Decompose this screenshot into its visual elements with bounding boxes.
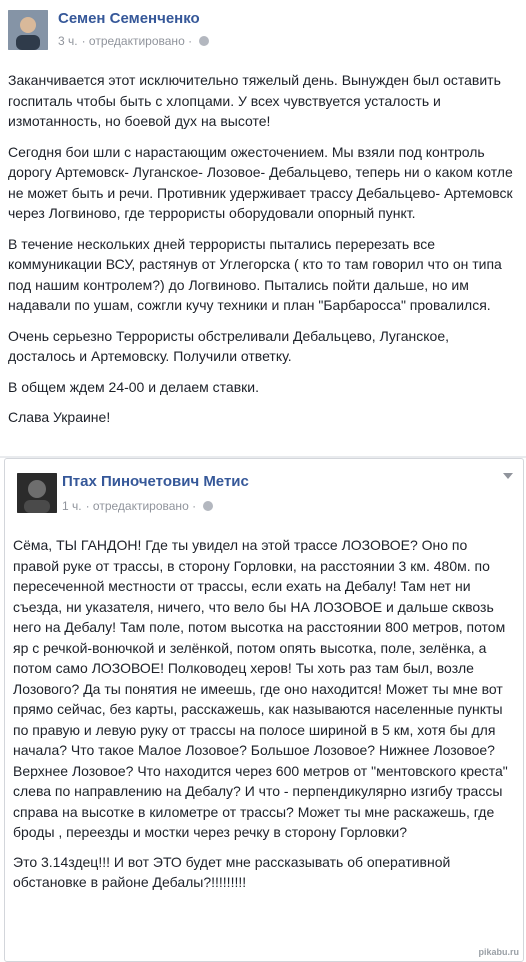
watermark: pikabu.ru <box>478 947 519 957</box>
avatar[interactable] <box>17 473 57 513</box>
post-paragraph: В общем ждем 24-00 и делаем ставки. <box>8 378 259 395</box>
post-paragraph: Сёма, ТЫ ГАНДОН! Где ты увидел на этой т… <box>13 537 508 840</box>
post-paragraph: Сегодня бои шли с нарастающим ожесточени… <box>8 143 513 222</box>
globe-icon <box>203 501 214 511</box>
post-semenchenko: Семен Семенченко 3 ч. · отредактировано … <box>0 0 526 456</box>
chevron-down-icon[interactable] <box>503 473 513 479</box>
globe-icon <box>199 36 210 46</box>
post-meta: 3 ч. · отредактировано · <box>58 34 210 48</box>
post-body: Заканчивается этот исключительно тяжелый… <box>8 70 520 438</box>
post-paragraph: Очень серьезно Террористы обстреливали Д… <box>8 327 449 365</box>
avatar[interactable] <box>8 10 48 50</box>
post-body: Сёма, ТЫ ГАНДОН! Где ты увидел на этой т… <box>13 535 517 902</box>
post-meta: 1 ч. · отредактировано · <box>62 499 214 513</box>
author-name[interactable]: Семен Семенченко <box>58 10 200 27</box>
post-time[interactable]: 3 ч. <box>58 34 78 48</box>
edited-label[interactable]: · отредактировано · <box>86 499 196 513</box>
post-paragraph: В течение нескольких дней террористы пыт… <box>8 235 502 314</box>
edited-label[interactable]: · отредактировано · <box>82 34 192 48</box>
post-paragraph: Это 3.14здец!!! И вот ЭТО будет мне расс… <box>13 853 451 891</box>
post-paragraph: Заканчивается этот исключительно тяжелый… <box>8 72 501 129</box>
author-name[interactable]: Птах Пиночетович Метис <box>62 473 249 490</box>
post-paragraph: Слава Украине! <box>8 409 111 425</box>
post-metis: Птах Пиночетович Метис 1 ч. · отредактир… <box>4 458 524 962</box>
post-time[interactable]: 1 ч. <box>62 499 82 513</box>
